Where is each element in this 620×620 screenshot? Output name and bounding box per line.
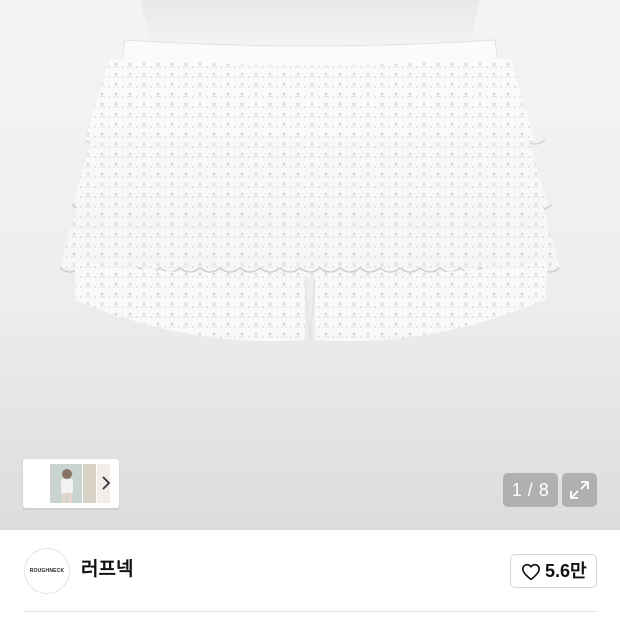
product-image[interactable] [0,0,620,530]
like-button[interactable]: 5.6만 [510,554,597,588]
image-counter: 1 / 8 [503,473,558,507]
expand-button[interactable] [562,473,597,507]
thumbnail-strip[interactable] [23,459,119,508]
thumbnail-image[interactable] [49,463,83,504]
brand-logo[interactable]: ROUGHNECK [24,548,70,594]
product-image-gallery[interactable]: 1 / 8 [0,0,620,530]
heart-outline-icon [521,563,541,581]
thumbnail-model-image [50,464,82,503]
like-count: 5.6만 [545,561,587,581]
brand-name[interactable]: 러프넥 [81,558,133,582]
divider [24,611,597,612]
expand-icon [570,481,589,499]
product-page: 1 / 8 ROUGHNECK 러프넥 5.6만 [0,0,620,620]
chevron-right-icon[interactable] [100,474,112,492]
